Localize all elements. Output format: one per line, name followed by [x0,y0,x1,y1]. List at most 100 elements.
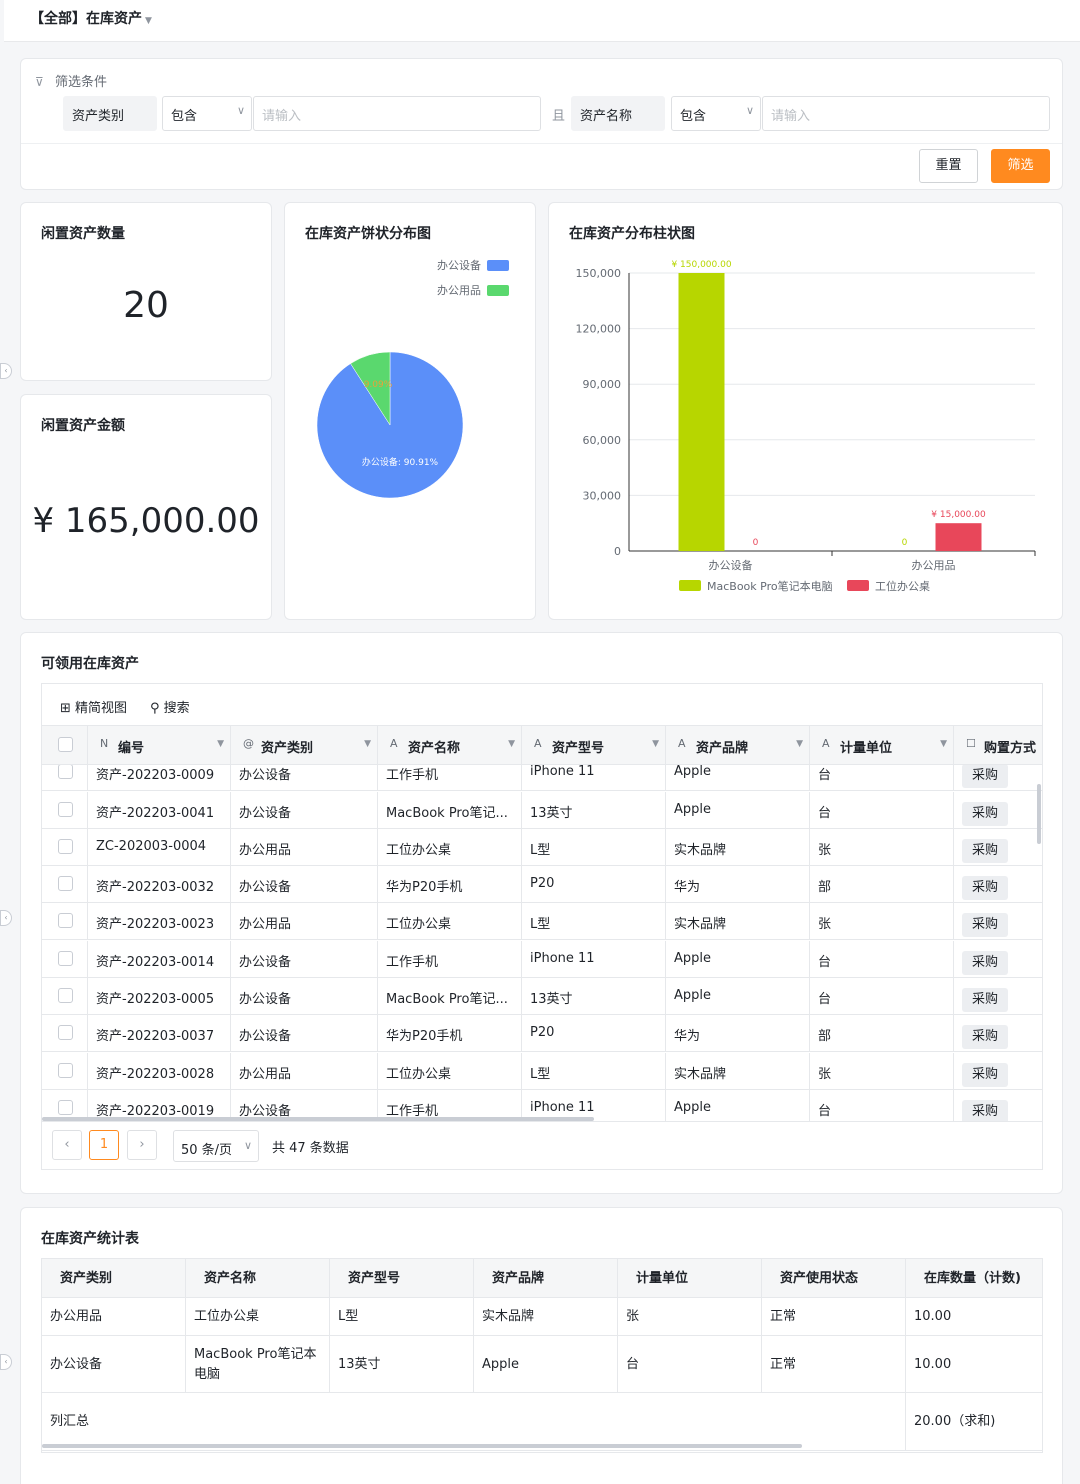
table-cell[interactable]: 台 [810,1090,954,1121]
table-cell[interactable]: 工位办公桌 [378,1053,522,1089]
table-row[interactable]: 资产-202203-0041 办公设备 MacBook Pro笔记... 13英寸 Ap… [42,792,1042,829]
row-checkbox[interactable] [58,951,73,966]
table-cell[interactable]: 华为 [666,866,810,902]
column-header[interactable]: A 资产名称 ▼ [378,726,522,764]
table-cell[interactable]: 采购 [954,829,1042,865]
table-cell[interactable]: 采购 [954,866,1042,902]
row-checkbox[interactable] [58,913,73,928]
table-cell[interactable]: 办公设备 [231,792,378,828]
page-size-select[interactable]: 50 条/页 ∨ [173,1130,259,1162]
column-menu-icon[interactable]: ▼ [652,739,659,749]
table-cell[interactable]: 采购 [954,1090,1042,1121]
table-cell[interactable]: Apple [666,792,810,828]
table-cell[interactable]: 资产-202203-0028 [88,1053,231,1089]
row-checkbox[interactable] [58,1100,73,1115]
table-cell[interactable]: 13英寸 [522,978,666,1014]
prev-page-button[interactable]: ‹ [52,1130,82,1160]
table-cell[interactable]: P20 [522,866,666,902]
table-cell[interactable]: 华为P20手机 [378,1015,522,1051]
table-cell[interactable]: 台 [810,941,954,977]
collapse-handle-icon[interactable]: ‹ [0,910,12,926]
table-cell[interactable]: P20 [522,1015,666,1051]
table-cell[interactable]: 实木品牌 [666,903,810,939]
table-cell[interactable]: L型 [522,1053,666,1089]
table-cell[interactable]: Apple [666,978,810,1014]
table-cell[interactable]: Apple [666,1090,810,1121]
column-header[interactable]: ☐ 购置方式 [954,726,1042,764]
column-menu-icon[interactable]: ▼ [796,739,803,749]
table-row[interactable]: 资产-202203-0032 办公设备 华为P20手机 P20 华为 部 采购 [42,866,1042,903]
collapse-handle-icon[interactable]: ‹ [0,1354,12,1370]
table-cell[interactable]: MacBook Pro笔记... [378,978,522,1014]
row-checkbox[interactable] [58,839,73,854]
table-cell[interactable]: 张 [810,1053,954,1089]
table-cell[interactable]: 华为P20手机 [378,866,522,902]
table-cell[interactable]: 采购 [954,941,1042,977]
filter-value-2[interactable]: 请输入 [762,96,1050,131]
table-cell[interactable]: 办公用品 [231,1053,378,1089]
page-button-current[interactable]: 1 [89,1130,119,1160]
collapse-handle-icon[interactable]: ‹ [0,363,12,379]
filter-operator-1[interactable]: 包含 ∨ [162,96,252,131]
filter-value-1[interactable]: 请输入 [253,96,541,131]
table-row[interactable]: ZC-202003-0004 办公用品 工位办公桌 L型 实木品牌 张 采购 [42,829,1042,866]
column-menu-icon[interactable]: ▼ [508,739,515,749]
table-cell[interactable]: MacBook Pro笔记... [378,792,522,828]
table-cell[interactable]: 实木品牌 [666,1053,810,1089]
column-header[interactable]: A 资产型号 ▼ [522,726,666,764]
table-cell[interactable]: 台 [810,792,954,828]
table-row[interactable]: 资产-202203-0014 办公设备 工作手机 iPhone 11 Apple 台 采购 [42,941,1042,978]
search-button[interactable]: ⚲ 搜索 [150,697,190,716]
table-cell[interactable]: 张 [810,903,954,939]
filter-operator-2[interactable]: 包含 ∨ [671,96,761,131]
table-cell[interactable]: 采购 [954,1053,1042,1089]
column-menu-icon[interactable]: ▼ [364,739,371,749]
stats-row[interactable]: 办公设备 MacBook Pro笔记本电脑 13英寸 Apple 台 正常 10.00 [42,1336,1042,1393]
table-cell[interactable]: 办公设备 [231,941,378,977]
compact-view-button[interactable]: ⊞ 精简视图 [60,697,127,716]
table-cell[interactable]: 采购 [954,1015,1042,1051]
table-cell[interactable]: Apple [666,941,810,977]
table-cell[interactable]: ZC-202003-0004 [88,829,231,865]
table-cell[interactable]: 工位办公桌 [378,829,522,865]
table-cell[interactable]: 华为 [666,1015,810,1051]
stats-row[interactable]: 办公用品 工位办公桌 L型 实木品牌 张 正常 10.00 [42,1298,1042,1336]
table-cell[interactable]: 张 [810,829,954,865]
horizontal-scrollbar[interactable] [42,1117,594,1121]
next-page-button[interactable]: › [127,1130,157,1160]
table-cell[interactable]: 资产-202203-0041 [88,792,231,828]
table-cell[interactable]: 资产-202203-0005 [88,978,231,1014]
table-cell[interactable]: iPhone 11 [522,941,666,977]
table-cell[interactable]: 办公用品 [231,903,378,939]
table-row[interactable]: 资产-202203-0023 办公用品 工位办公桌 L型 实木品牌 张 采购 [42,903,1042,940]
select-all-checkbox[interactable] [58,737,73,752]
table-row[interactable]: 资产-202203-0028 办公用品 工位办公桌 L型 实木品牌 张 采购 [42,1053,1042,1090]
row-checkbox[interactable] [58,1063,73,1078]
table-cell[interactable]: 采购 [954,792,1042,828]
page-title[interactable]: 【全部】在库资产 ▼ [30,8,152,28]
table-row[interactable]: 资产-202203-0005 办公设备 MacBook Pro笔记... 13英寸 Ap… [42,978,1042,1015]
table-cell[interactable]: 部 [810,1015,954,1051]
table-cell[interactable]: 办公设备 [231,866,378,902]
table-cell[interactable]: 部 [810,866,954,902]
table-cell[interactable]: 13英寸 [522,792,666,828]
row-checkbox[interactable] [58,1025,73,1040]
column-header[interactable]: A 资产品牌 ▼ [666,726,810,764]
table-cell[interactable]: 办公设备 [231,1015,378,1051]
apply-filter-button[interactable]: 筛选 [991,149,1050,183]
column-header[interactable]: N 编号 ▼ [88,726,231,764]
row-checkbox[interactable] [58,764,73,779]
filter-field-2[interactable]: 资产名称 [571,96,665,131]
table-cell[interactable]: 工位办公桌 [378,903,522,939]
table-cell[interactable]: 采购 [954,903,1042,939]
reset-button[interactable]: 重置 [919,149,978,183]
table-cell[interactable]: 台 [810,978,954,1014]
table-cell[interactable]: 资产-202203-0014 [88,941,231,977]
filter-field-1[interactable]: 资产类别 [63,96,157,131]
table-cell[interactable]: 资产-202203-0032 [88,866,231,902]
row-checkbox[interactable] [58,802,73,817]
table-cell[interactable]: 实木品牌 [666,829,810,865]
table-cell[interactable]: L型 [522,829,666,865]
table-cell[interactable]: L型 [522,903,666,939]
vertical-scrollbar[interactable] [1037,784,1041,844]
